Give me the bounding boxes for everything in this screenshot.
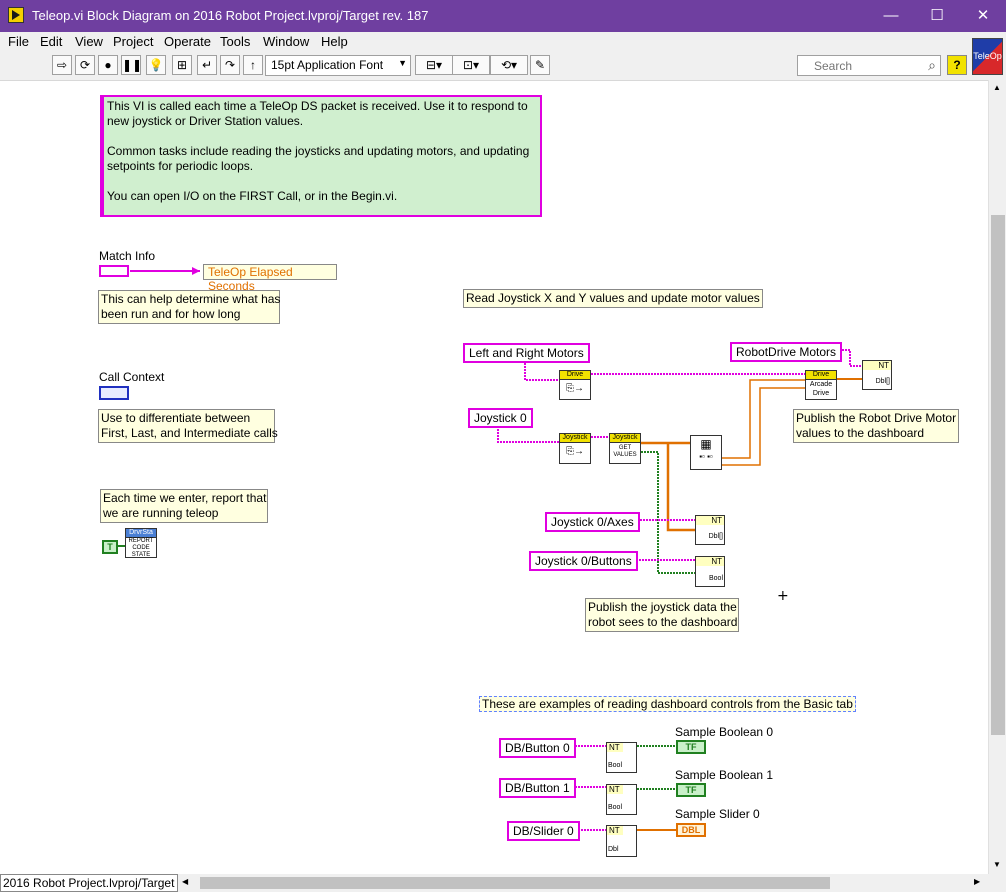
sample-slider0-label: Sample Slider 0 <box>675 807 760 821</box>
db-slider0-const[interactable]: DB/Slider 0 <box>507 821 580 841</box>
arcade-drive-vi[interactable]: Drive Arcade Drive <box>805 370 837 400</box>
nt-write-dbl-array[interactable]: NT Dbl[] <box>862 360 892 390</box>
note-line: been run and for how long <box>101 307 241 321</box>
publish-motor-note[interactable]: Publish the Robot Drive Motor values to … <box>793 409 959 443</box>
vi-header: Joystick <box>610 434 640 443</box>
sample-boolean0-label: Sample Boolean 0 <box>675 725 774 739</box>
main-comment-line: new joystick or Driver Station values. <box>107 114 304 128</box>
call-context-label: Call Context <box>99 370 165 384</box>
open-icon: ⎘→ <box>566 446 584 457</box>
note-line: Use to differentiate between <box>101 411 251 425</box>
nt-type: Dbl[] <box>708 533 723 540</box>
robotdrive-motors-const[interactable]: RobotDrive Motors <box>730 342 843 362</box>
match-info-note[interactable]: This can help determine what has been ru… <box>98 290 280 324</box>
main-comment-line: Common tasks include reading the joystic… <box>107 144 530 158</box>
nt-label: NT <box>696 557 724 566</box>
scroll-up-icon[interactable]: ▲ <box>993 83 1001 92</box>
nt-write-buttons[interactable]: NT Bool <box>695 556 725 587</box>
scroll-down-icon[interactable]: ▼ <box>993 860 1001 869</box>
open-icon: ⎘→ <box>566 383 584 394</box>
nt-label: NT <box>607 826 623 835</box>
left-right-motors-const[interactable]: Left and Right Motors <box>463 343 590 363</box>
vertical-scrollbar[interactable]: ▲ ▼ <box>988 80 1006 875</box>
unbundle-teleop-elapsed[interactable]: TeleOp Elapsed Seconds <box>203 264 337 293</box>
nt-label: NT <box>607 785 623 794</box>
main-comment-line: This VI is called each time a TeleOp DS … <box>107 99 528 113</box>
report-code-state-vi[interactable]: DrvrSta REPORT CODE STATE <box>125 528 157 558</box>
main-comment-spacer <box>107 174 537 189</box>
horizontal-scroll-thumb[interactable] <box>200 877 830 889</box>
note-line: Publish the Robot Drive Motor <box>796 411 957 425</box>
array-icon: ▦ <box>700 437 712 451</box>
true-constant[interactable]: T <box>102 540 118 554</box>
vertical-scroll-thumb[interactable] <box>991 215 1005 735</box>
drive-open-vi[interactable]: Drive ⎘→ <box>559 370 591 400</box>
joystick0-const[interactable]: Joystick 0 <box>468 408 533 428</box>
nt-type: Dbl[] <box>875 378 890 385</box>
sample-slider0-indicator[interactable]: DBL <box>676 823 706 837</box>
joystick-get-values-vi[interactable]: Joystick GET VALUES <box>609 433 641 464</box>
nt-type: Bool <box>608 762 623 769</box>
nt-type: Bool <box>608 804 623 811</box>
index-array-node[interactable]: ▦ ▪▫ ▪▫ <box>690 435 722 470</box>
note-line: Publish the joystick data the <box>588 600 737 614</box>
sample-boolean0-indicator[interactable]: TF <box>676 740 706 754</box>
vi-header: DrvrSta <box>126 529 156 538</box>
index-terminals-icon: ▪▫ ▪▫ <box>699 452 713 461</box>
crosshair-cursor-icon: + <box>777 588 789 604</box>
joystick0-buttons-const[interactable]: Joystick 0/Buttons <box>529 551 638 571</box>
note-line: Each time we enter, report that <box>103 491 267 505</box>
vi-body: REPORT CODE STATE <box>128 538 154 558</box>
nt-type: Bool <box>708 575 723 582</box>
match-info-label: Match Info <box>99 249 156 263</box>
joystick-section-title[interactable]: Read Joystick X and Y values and update … <box>463 289 763 308</box>
call-context-enum[interactable] <box>99 386 129 400</box>
joystick0-axes-const[interactable]: Joystick 0/Axes <box>545 512 640 532</box>
main-comment-line: setpoints for periodic loops. <box>107 159 254 173</box>
sample-boolean1-label: Sample Boolean 1 <box>675 768 774 782</box>
wire-joystick0 <box>497 426 559 443</box>
vi-header: Drive <box>806 371 836 380</box>
nt-label: NT <box>696 516 724 525</box>
sample-boolean1-indicator[interactable]: TF <box>676 783 706 797</box>
note-line: we are running teleop <box>103 506 219 520</box>
publish-joystick-note[interactable]: Publish the joystick data the robot sees… <box>585 598 739 632</box>
note-line: First, Last, and Intermediate calls <box>101 426 278 440</box>
nt-read-bool0[interactable]: NT Bool <box>606 742 637 773</box>
match-info-cluster[interactable] <box>99 265 129 277</box>
nt-label: NT <box>607 743 623 752</box>
main-comment[interactable]: This VI is called each time a TeleOp DS … <box>100 95 542 217</box>
nt-type: Dbl <box>608 846 619 853</box>
wire-arrow <box>192 267 200 275</box>
call-context-note[interactable]: Use to differentiate between First, Last… <box>98 409 278 443</box>
wire-left-right-motors <box>524 360 559 381</box>
note-line: This can help determine what has <box>101 292 281 306</box>
nt-read-bool1[interactable]: NT Bool <box>606 784 637 815</box>
vi-header: Joystick <box>560 434 590 443</box>
nt-read-dbl0[interactable]: NT Dbl <box>606 825 637 857</box>
db-button1-const[interactable]: DB/Button 1 <box>499 778 576 798</box>
project-path-status[interactable]: 2016 Robot Project.lvproj/Target <box>0 874 178 892</box>
vi-body: Arcade Drive <box>809 381 833 397</box>
note-line: values to the dashboard <box>796 426 925 440</box>
joystick-open-vi[interactable]: Joystick ⎘→ <box>559 433 591 464</box>
nt-label: NT <box>863 361 891 370</box>
report-note[interactable]: Each time we enter, report that we are r… <box>100 489 268 523</box>
vi-header: Drive <box>560 371 590 380</box>
vi-body: GET VALUES <box>613 445 637 458</box>
main-comment-spacer <box>107 129 537 144</box>
dashboard-section-title[interactable]: These are examples of reading dashboard … <box>479 696 856 712</box>
main-comment-line: You can open I/O on the FIRST Call, or i… <box>107 189 398 203</box>
db-button0-const[interactable]: DB/Button 0 <box>499 738 576 758</box>
scroll-left-icon[interactable]: ◀ <box>182 877 188 886</box>
nt-write-axes[interactable]: NT Dbl[] <box>695 515 725 545</box>
scroll-right-icon[interactable]: ▶ <box>974 877 980 886</box>
note-line: robot sees to the dashboard <box>588 615 738 629</box>
